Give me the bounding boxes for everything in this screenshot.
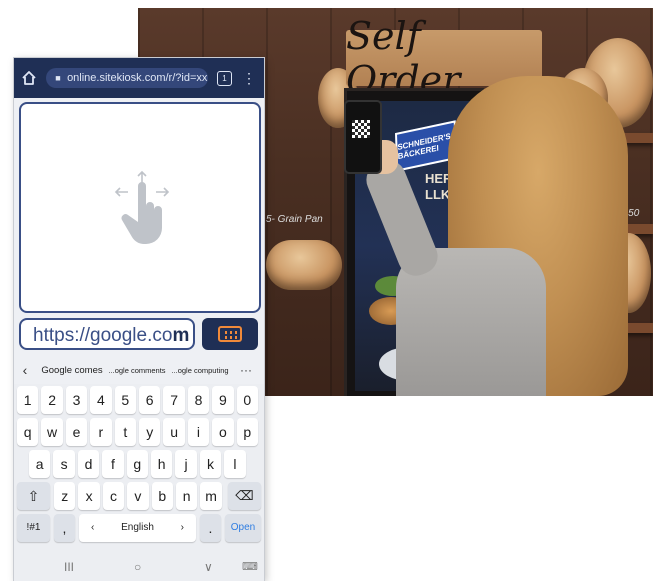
keyboard-row-space: !#1 , ‹ English › . Open: [14, 514, 264, 542]
space-key-label: English: [121, 522, 154, 533]
key-0[interactable]: 0: [236, 386, 258, 414]
bread-loaf: [266, 240, 342, 290]
tabs-icon[interactable]: 1: [217, 71, 232, 86]
key-k[interactable]: k: [199, 450, 222, 478]
key-p[interactable]: p: [236, 418, 258, 446]
key-o[interactable]: o: [212, 418, 234, 446]
key-x[interactable]: x: [78, 482, 100, 510]
qr-code: [352, 120, 370, 138]
address-text: online.sitekiosk.com/r/?id=xx: [67, 72, 208, 84]
key-g[interactable]: g: [126, 450, 148, 478]
key-e[interactable]: e: [65, 418, 88, 446]
key-y[interactable]: y: [139, 418, 161, 446]
lock-icon: ■: [55, 73, 61, 83]
browser-toolbar: ■ online.sitekiosk.com/r/?id=xx 1 ⋮: [14, 58, 264, 98]
recent-apps-icon[interactable]: III: [64, 560, 74, 574]
keyboard-row-top: qwertyuiop: [14, 418, 264, 446]
touch-gesture-icon: [114, 170, 170, 244]
keyboard-row-middle: asdfghjkl: [14, 450, 264, 478]
key-n[interactable]: n: [176, 482, 198, 510]
key-8[interactable]: 8: [187, 386, 210, 414]
key-u[interactable]: u: [163, 418, 185, 446]
period-key[interactable]: .: [200, 514, 221, 542]
key-1[interactable]: 1: [17, 386, 39, 414]
key-4[interactable]: 4: [90, 386, 112, 414]
address-bar[interactable]: ■ online.sitekiosk.com/r/?id=xx: [46, 68, 208, 88]
space-right-arrow: ›: [180, 522, 184, 533]
backspace-key[interactable]: ⌫: [228, 482, 261, 510]
key-7[interactable]: 7: [163, 386, 185, 414]
key-v[interactable]: v: [127, 482, 149, 510]
more-menu-icon[interactable]: ⋮: [242, 68, 256, 88]
key-6[interactable]: 6: [139, 386, 161, 414]
keyboard-icon: [218, 326, 242, 342]
url-input-text: https://google.co: [33, 325, 173, 346]
url-input[interactable]: https://google.com: [19, 318, 195, 350]
chalk-label-left: 5- Grain Pan: [266, 214, 323, 225]
suggestion-bar: ‹ Google comes ...ogle comments ...ogle …: [14, 358, 264, 382]
android-nav-bar: III ○ ∨ ⌨: [14, 555, 264, 581]
key-w[interactable]: w: [41, 418, 63, 446]
keyboard-switch-icon[interactable]: ⌨: [242, 560, 258, 573]
key-c[interactable]: c: [102, 482, 125, 510]
shift-key[interactable]: ⇧: [17, 482, 50, 510]
keyboard-row-bottom: ⇧ ⌫ zxcvbnm: [14, 482, 264, 510]
suggestion-item[interactable]: ...ogle comments: [108, 366, 166, 375]
key-s[interactable]: s: [53, 450, 75, 478]
suggestion-back-icon[interactable]: ‹: [14, 362, 36, 378]
phone-screen: ■ online.sitekiosk.com/r/?id=xx 1 ⋮ http…: [14, 58, 264, 581]
key-f[interactable]: f: [102, 450, 124, 478]
key-m[interactable]: m: [200, 482, 222, 510]
more-options-icon[interactable]: ···: [234, 363, 258, 377]
key-5[interactable]: 5: [114, 386, 136, 414]
open-key[interactable]: Open: [225, 514, 261, 542]
key-h[interactable]: h: [151, 450, 173, 478]
home-button-icon[interactable]: ○: [134, 560, 141, 574]
key-b[interactable]: b: [151, 482, 173, 510]
key-2[interactable]: 2: [41, 386, 63, 414]
suggestion-item[interactable]: ...ogle computing: [166, 366, 234, 375]
on-screen-keyboard: 1234567890 qwertyuiop asdfghjkl ⇧ ⌫ zxcv…: [14, 384, 264, 581]
key-i[interactable]: i: [187, 418, 210, 446]
space-key[interactable]: ‹ English ›: [79, 514, 196, 542]
key-j[interactable]: j: [175, 450, 197, 478]
suggestion-item[interactable]: Google comes: [36, 365, 108, 376]
key-l[interactable]: l: [224, 450, 246, 478]
key-9[interactable]: 9: [212, 386, 234, 414]
key-a[interactable]: a: [29, 450, 51, 478]
scanning-phone: [344, 100, 382, 174]
back-button-icon[interactable]: ∨: [204, 560, 213, 574]
keyboard-toggle-button[interactable]: [202, 318, 258, 350]
key-d[interactable]: d: [77, 450, 100, 478]
touchpad-area[interactable]: [19, 102, 261, 313]
key-q[interactable]: q: [17, 418, 39, 446]
symbols-key[interactable]: !#1: [17, 514, 50, 542]
key-t[interactable]: t: [114, 418, 136, 446]
comma-key[interactable]: ,: [54, 514, 75, 542]
key-3[interactable]: 3: [65, 386, 88, 414]
url-input-cursor-char: m: [172, 325, 190, 346]
keyboard-row-numbers: 1234567890: [14, 386, 264, 414]
home-icon[interactable]: [20, 69, 38, 87]
key-r[interactable]: r: [90, 418, 112, 446]
space-left-arrow: ‹: [91, 522, 95, 533]
key-z[interactable]: z: [54, 482, 76, 510]
